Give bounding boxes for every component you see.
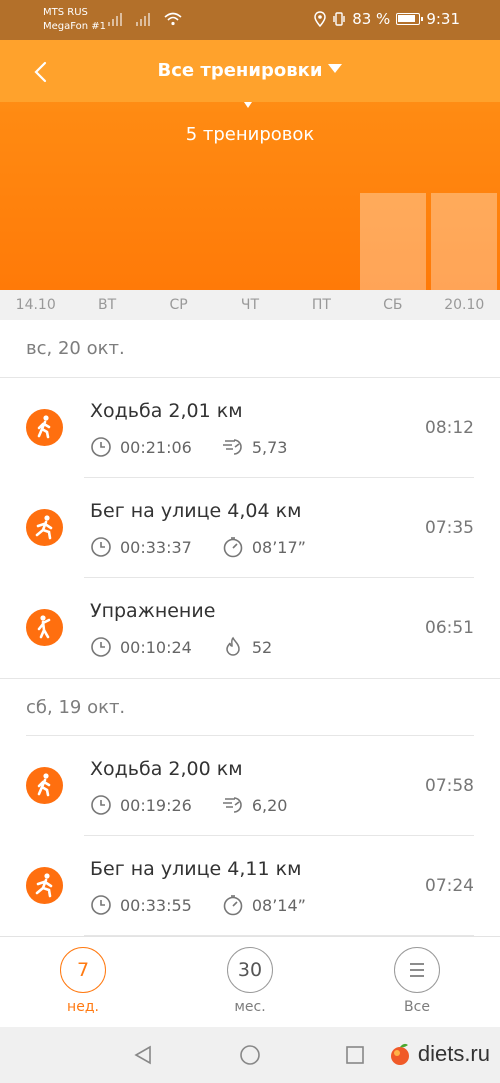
day-label: 20.10 (444, 297, 485, 313)
clock-icon (91, 895, 111, 915)
workout-name: Упражнение (90, 600, 216, 622)
tab-all-label: Все (404, 999, 430, 1015)
workout-row[interactable]: Ходьба 2,01 км 00:21:06 5,73 08:12 (0, 378, 500, 478)
clock-icon (91, 637, 111, 657)
workout-list[interactable]: вс, 20 окт. Ходьба 2,01 км 00:21:06 5,73… (0, 320, 500, 936)
week-bar[interactable] (431, 192, 498, 290)
dropdown-caret-icon (328, 64, 343, 73)
walking-icon (26, 767, 63, 804)
peach-icon (390, 1043, 409, 1065)
tab-month[interactable]: 30 мес. (210, 947, 290, 1015)
back-nav-icon[interactable] (132, 1044, 154, 1066)
signal-icon (136, 12, 150, 26)
system-nav-bar: diets.ru (0, 1027, 500, 1083)
running-icon (26, 509, 63, 546)
status-bar: MTS RUS MegaFon #1 83 % 9:31 (0, 0, 500, 40)
workout-metric: 08’14” (251, 895, 306, 915)
day-label: ЧТ (240, 297, 260, 313)
toolbar: Все тренировки (0, 40, 500, 102)
recents-nav-icon[interactable] (345, 1045, 365, 1065)
workout-time: 06:51 (425, 618, 474, 638)
running-icon (26, 867, 63, 904)
day-label: ВТ (98, 297, 117, 313)
clock-icon (91, 437, 111, 457)
period-tabs: 7 нед. 30 мес. Все (0, 936, 500, 1027)
tab-week-label: нед. (67, 999, 99, 1015)
day-label: СР (169, 297, 188, 313)
tab-month-label: мес. (234, 999, 266, 1015)
workout-duration: 00:19:26 (120, 795, 192, 815)
workout-duration: 00:21:06 (120, 437, 192, 457)
calories-icon (226, 636, 240, 656)
tab-week-value: 7 (60, 947, 106, 993)
cadence-icon (222, 797, 242, 813)
date-header: вс, 20 окт. (0, 320, 500, 378)
workout-duration: 00:33:55 (120, 895, 192, 915)
workout-count: 5 тренировок (185, 124, 315, 145)
tab-week[interactable]: 7 нед. (43, 947, 123, 1015)
workout-row[interactable]: Ходьба 2,00 км 00:19:26 6,20 07:58 (0, 736, 500, 836)
day-label: ПТ (311, 297, 331, 313)
workout-row[interactable]: Бег на улице 4,11 км 00:33:55 08’14” 07:… (0, 836, 500, 936)
battery-percent: 83 % (352, 10, 391, 28)
clock-icon (91, 537, 111, 557)
pace-icon (223, 895, 243, 916)
filter-dropdown[interactable]: Все тренировки (0, 60, 500, 81)
exercise-icon (26, 609, 63, 646)
day-axis: 14.10 ВТ СР ЧТ ПТ СБ 20.10 (0, 290, 500, 320)
workout-metric: 6,20 (251, 795, 288, 815)
menu-icon (394, 947, 440, 993)
walking-icon (26, 409, 63, 446)
watermark-text: diets.ru (417, 1041, 490, 1066)
workout-time: 07:58 (425, 776, 474, 796)
location-icon (314, 11, 326, 27)
date-header: сб, 19 окт. (0, 678, 500, 736)
workout-row[interactable]: Бег на улице 4,04 км 00:33:37 08’17” 07:… (0, 478, 500, 578)
battery-icon (396, 13, 424, 25)
carrier-2: MegaFon #1 (43, 21, 107, 32)
signal-icon (108, 12, 122, 26)
clock: 9:31 (426, 10, 460, 28)
header: Все тренировки 5 тренировок (0, 40, 500, 290)
workout-metric: 5,73 (251, 437, 288, 457)
carrier-1: MTS RUS (43, 7, 88, 18)
selection-pointer-icon (244, 102, 252, 108)
workout-row[interactable]: Упражнение 00:10:24 52 06:51 (0, 578, 500, 678)
tab-month-value: 30 (227, 947, 273, 993)
workout-duration: 00:10:24 (120, 637, 192, 657)
workout-name: Ходьба 2,01 км (90, 400, 243, 422)
clock-icon (91, 795, 111, 815)
week-bar[interactable] (359, 192, 426, 290)
workout-time: 07:35 (425, 518, 474, 538)
workout-time: 08:12 (425, 418, 474, 438)
workout-time: 07:24 (425, 876, 474, 896)
carrier-info: MTS RUS MegaFon #1 (43, 6, 106, 34)
workout-name: Бег на улице 4,04 км (90, 500, 302, 522)
day-label: 14.10 (15, 297, 56, 313)
workout-metric: 08’17” (251, 537, 306, 557)
workout-name: Ходьба 2,00 км (90, 758, 243, 780)
wifi-icon (164, 12, 182, 26)
pace-icon (223, 537, 243, 558)
vibrate-icon (333, 12, 345, 26)
page-title: Все тренировки (157, 60, 323, 81)
tab-all[interactable]: Все (377, 947, 457, 1015)
cadence-icon (222, 439, 242, 455)
watermark-logo: diets.ru (387, 1041, 490, 1067)
workout-duration: 00:33:37 (120, 537, 192, 557)
workout-metric: 52 (251, 637, 273, 657)
day-label: СБ (383, 297, 403, 313)
workout-name: Бег на улице 4,11 км (90, 858, 302, 880)
home-nav-icon[interactable] (239, 1044, 261, 1066)
